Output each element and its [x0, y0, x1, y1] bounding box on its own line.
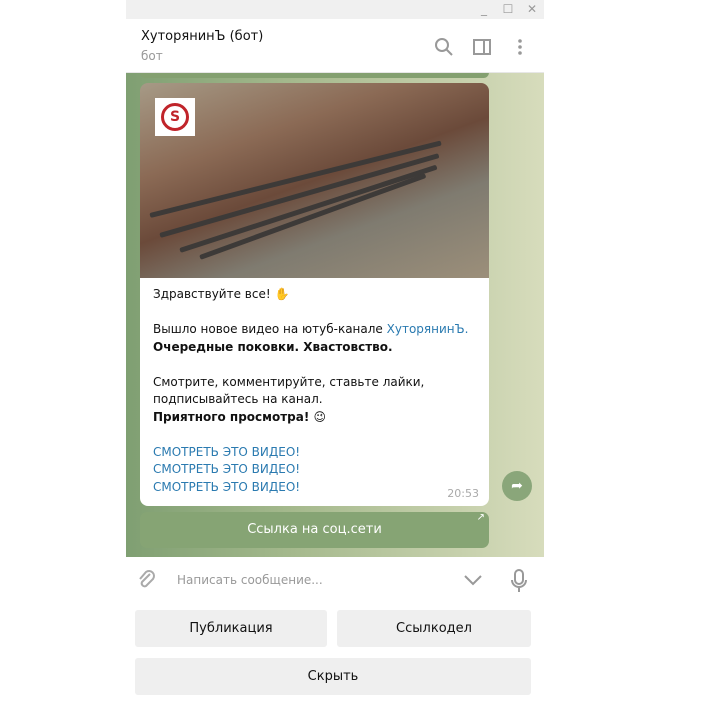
message-bubble: Здравствуйте все! ✋ Вышло новое видео на… — [140, 278, 489, 506]
search-icon[interactable] — [434, 37, 454, 57]
call-to-action: Смотрите, комментируйте, ставьте лайки, … — [153, 374, 425, 407]
forward-icon[interactable]: ➦ — [502, 471, 532, 501]
channel-link[interactable]: ХуторянинЪ. — [387, 322, 469, 336]
microphone-icon[interactable] — [510, 569, 528, 593]
video-title: Очередные поковки. Хвастовство. — [153, 339, 393, 354]
video-link[interactable]: СМОТРЕТЬ ЭТО ВИДЕО! — [153, 444, 476, 462]
hide-keyboard-button[interactable]: Скрыть — [135, 658, 531, 695]
greeting-text: Здравствуйте все! ✋ — [153, 287, 290, 301]
chevron-down-icon[interactable] — [463, 573, 483, 587]
more-icon[interactable] — [510, 37, 530, 57]
attach-icon[interactable] — [136, 569, 158, 591]
sidebar-toggle-icon[interactable] — [472, 37, 492, 57]
social-links-label: Ссылка на соц.сети — [247, 522, 382, 537]
minimize-icon[interactable]: _ — [474, 2, 494, 16]
telegram-window: _ ☐ ✕ ХуторянинЪ (бот) бот S Здравствуйт… — [126, 0, 544, 702]
video-link[interactable]: СМОТРЕТЬ ЭТО ВИДЕО! — [153, 461, 476, 479]
message-input[interactable]: Написать сообщение... — [177, 573, 323, 587]
message-composer: Написать сообщение... — [126, 557, 544, 603]
social-links-button[interactable]: Ссылка на соц.сети ↗ — [140, 512, 489, 548]
announcement-text: Вышло новое видео на ютуб-канале — [153, 322, 387, 336]
message-photo[interactable]: S — [140, 83, 489, 278]
external-link-icon: ↗ — [476, 512, 485, 523]
video-link[interactable]: СМОТРЕТЬ ЭТО ВИДЕО! — [153, 479, 476, 497]
enjoy-text: Приятного просмотра! 😉 — [153, 409, 327, 424]
photo-detail — [159, 153, 440, 238]
title-bar: _ ☐ ✕ — [126, 0, 544, 19]
publication-button[interactable]: Публикация — [135, 610, 327, 647]
chat-header[interactable]: ХуторянинЪ (бот) бот — [126, 19, 544, 73]
chat-title: ХуторянинЪ (бот) — [141, 29, 264, 44]
previous-message — [140, 73, 489, 78]
maximize-icon[interactable]: ☐ — [498, 2, 518, 16]
chat-subtitle: бот — [141, 49, 163, 63]
message-time: 20:53 — [447, 486, 479, 500]
channel-logo: S — [155, 98, 195, 136]
link-maker-button[interactable]: Ссылкодел — [337, 610, 531, 647]
chat-area[interactable]: S Здравствуйте все! ✋ Вышло новое видео … — [126, 73, 544, 557]
close-icon[interactable]: ✕ — [522, 2, 542, 16]
